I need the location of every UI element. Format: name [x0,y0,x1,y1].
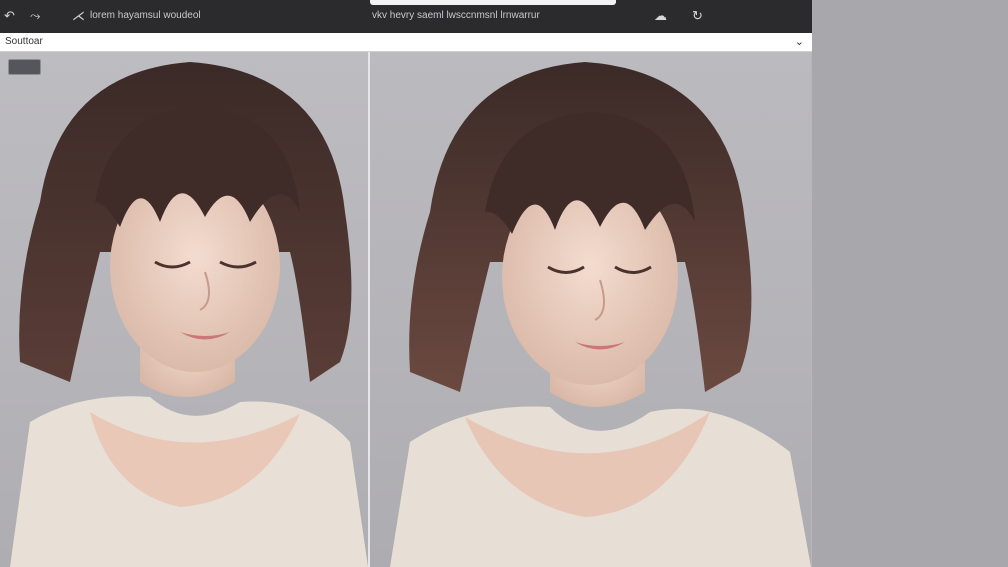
image-pane-right[interactable] [370,52,811,567]
toolbar-center-text: vkv hevry saeml lwsccnmsnl lrnwarrur [372,10,540,21]
cloud-icon[interactable]: ☁ [654,9,667,23]
portrait-image-right [390,62,811,567]
tab-label[interactable]: Souttoar [5,36,43,47]
image-badge[interactable] [8,59,41,75]
refresh-icon[interactable]: ↻ [692,9,703,23]
tab-bar: Souttoar ⌄ [0,33,812,52]
app-window: ↶ ⤳ ⋌ lorem hayamsul woudeol vkv hevry s… [0,0,812,567]
empty-side-area [812,0,1008,567]
address-field[interactable] [370,0,616,5]
toolbar-title: lorem hayamsul woudeol [90,10,201,21]
dropdown-icon[interactable]: ⌄ [795,35,804,48]
tools-icon[interactable]: ⤳ [30,9,40,23]
top-toolbar: ↶ ⤳ ⋌ lorem hayamsul woudeol vkv hevry s… [0,0,812,33]
branch-icon[interactable]: ⋌ [72,9,85,23]
portrait-image-left [10,62,368,567]
back-icon[interactable]: ↶ [4,9,15,23]
image-pane-left[interactable] [0,52,368,567]
